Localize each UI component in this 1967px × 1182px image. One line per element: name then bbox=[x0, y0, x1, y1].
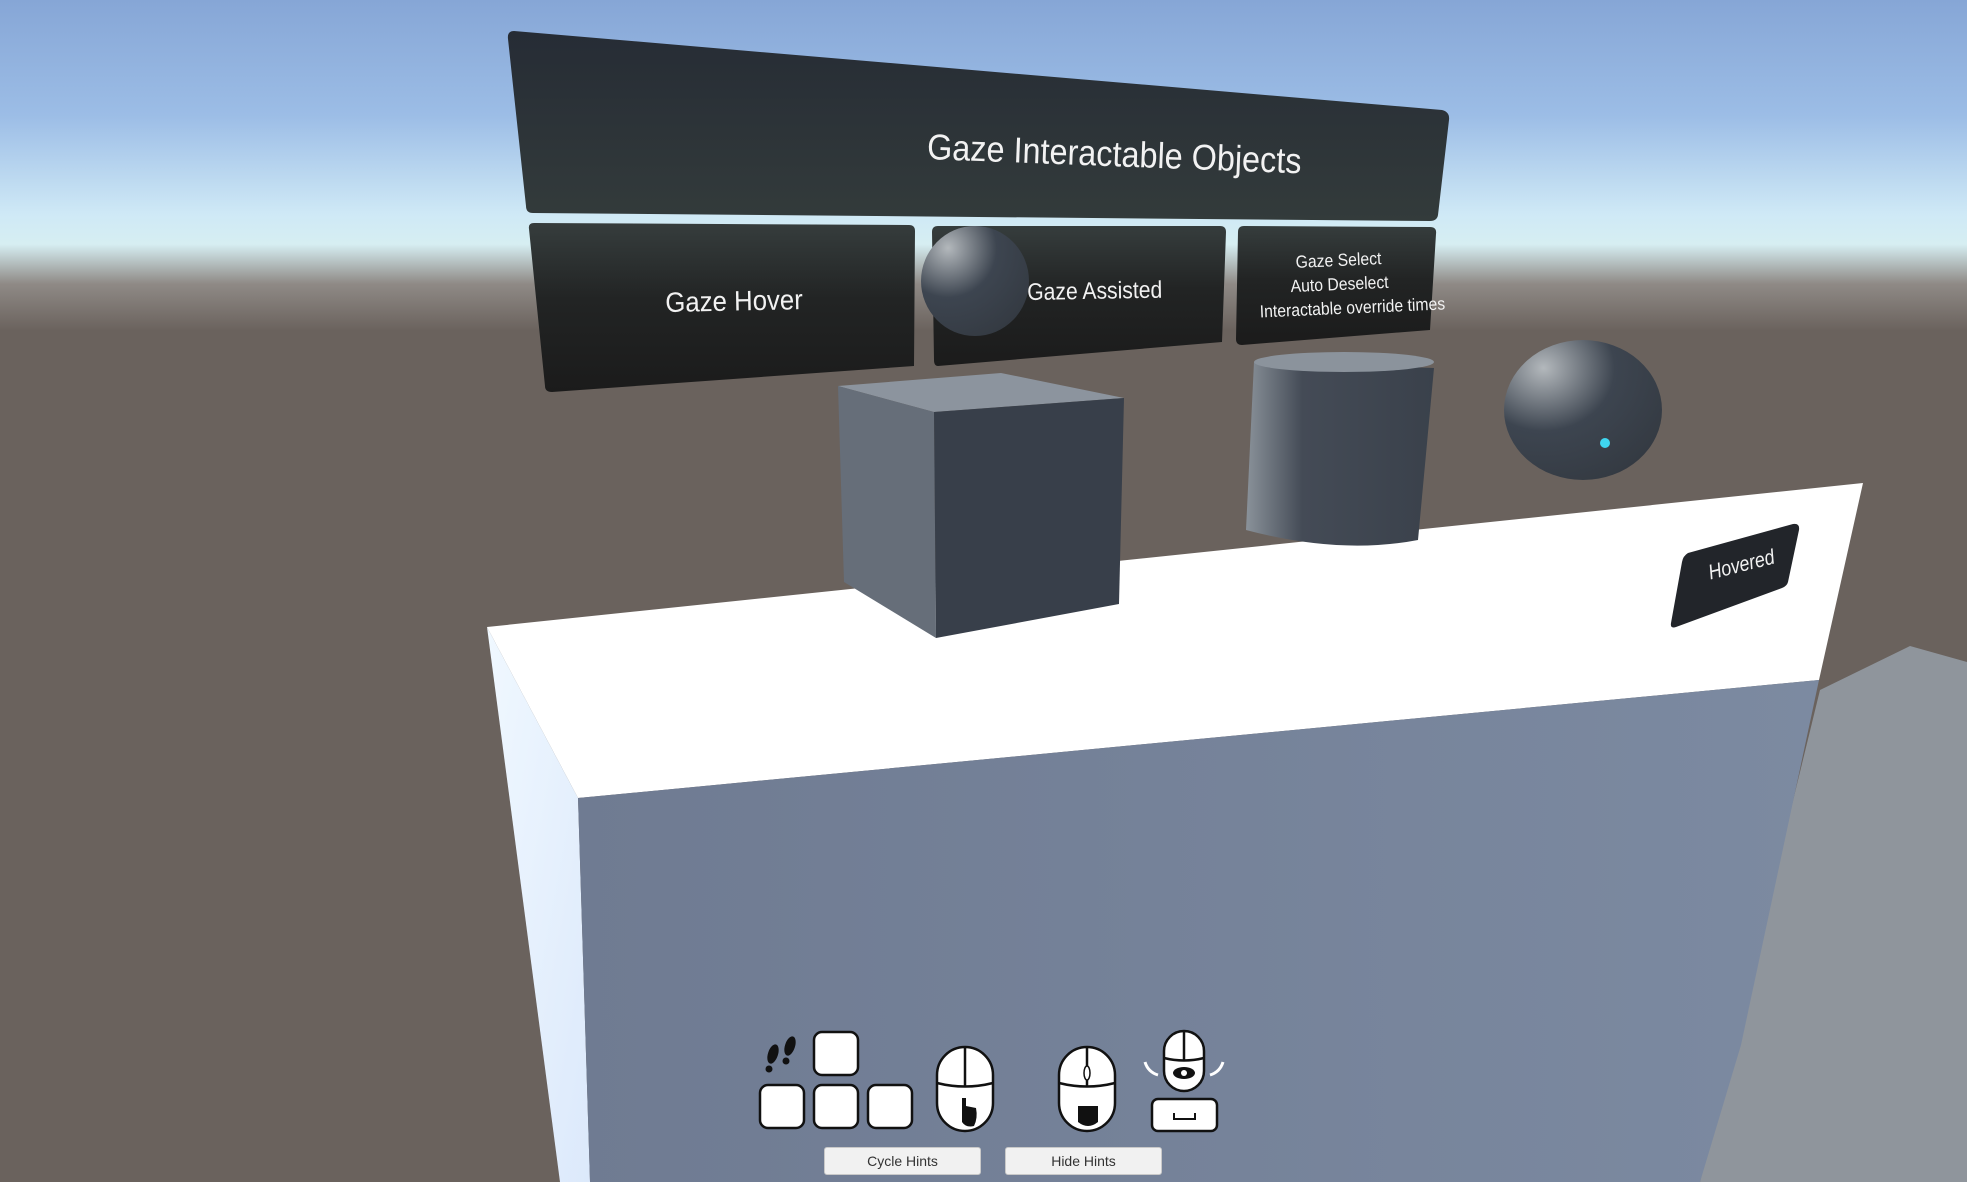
cylinder[interactable] bbox=[1246, 352, 1434, 546]
gaze-assisted-sphere[interactable] bbox=[921, 226, 1029, 336]
key-d bbox=[866, 1083, 914, 1130]
gaze-assisted-label: Gaze Assisted bbox=[1027, 276, 1163, 306]
key-s bbox=[812, 1083, 860, 1130]
mouse-left-click-icon bbox=[935, 1045, 995, 1133]
gaze-select-label: Gaze Select Auto Deselect Interactable o… bbox=[1257, 244, 1445, 323]
mouse-right-grab-icon bbox=[1057, 1045, 1117, 1133]
cycle-hints-button[interactable]: Cycle Hints bbox=[824, 1147, 981, 1175]
3d-scene bbox=[487, 31, 1967, 1182]
spacebar-key bbox=[1150, 1097, 1219, 1133]
title-panel bbox=[507, 31, 1450, 221]
cylinder-top bbox=[1254, 352, 1434, 372]
key-a bbox=[758, 1083, 806, 1130]
gaze-reticle-dot bbox=[1600, 438, 1610, 448]
hide-hints-button[interactable]: Hide Hints bbox=[1005, 1147, 1162, 1175]
gaze-hover-label: Gaze Hover bbox=[665, 284, 804, 318]
key-w bbox=[812, 1030, 860, 1077]
gaze-select-sphere[interactable] bbox=[1504, 340, 1662, 480]
cube[interactable] bbox=[838, 373, 1124, 638]
cube-front-face bbox=[934, 398, 1124, 638]
